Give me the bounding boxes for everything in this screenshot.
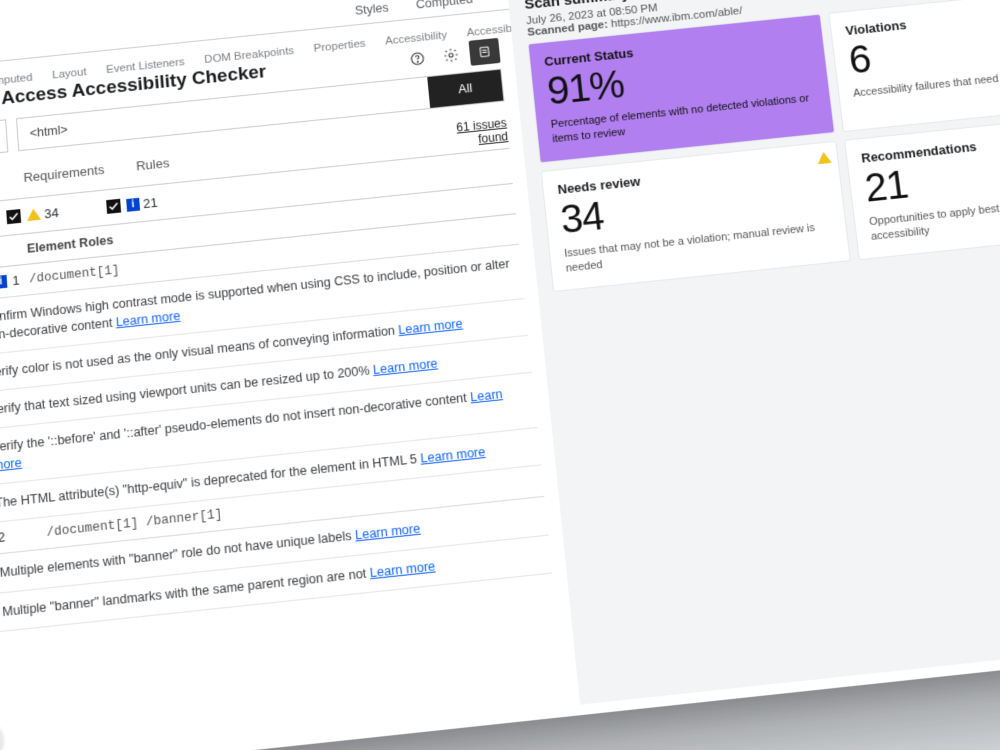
learn-more-link[interactable]: Learn more: [420, 445, 486, 466]
report-icon[interactable]: [469, 38, 501, 66]
info-icon: i: [126, 197, 140, 211]
warning-icon: [26, 208, 41, 221]
scan-split-button[interactable]: Scan: [0, 119, 8, 162]
issues-found-link[interactable]: 61 issuesfound: [455, 113, 509, 153]
learn-more-link[interactable]: Learn more: [115, 309, 180, 330]
all-filter-button[interactable]: All: [427, 70, 503, 108]
card-needs-review: Needs review 34 Issues that may not be a…: [542, 141, 850, 291]
learn-more-link[interactable]: Learn more: [355, 522, 421, 543]
info-icon: i: [0, 275, 8, 289]
scan-dropdown-toggle[interactable]: [0, 119, 8, 155]
card-violations: Violations 6 Accessibility failures that…: [829, 0, 1000, 131]
card-recommendations: i Recommendations 21 Opportunities to ap…: [845, 110, 1000, 259]
learn-more-link[interactable]: Learn more: [372, 356, 438, 377]
filter-recommendations[interactable]: i 21: [106, 195, 158, 215]
learn-more-link[interactable]: Learn more: [369, 559, 436, 580]
col-issues: Issues: [0, 242, 27, 267]
help-icon[interactable]: [401, 45, 433, 73]
devtools-tab-styles[interactable]: Styles: [340, 0, 403, 26]
filter-needs-review[interactable]: 34: [6, 205, 59, 225]
settings-icon[interactable]: [435, 41, 467, 69]
learn-more-link[interactable]: Learn more: [398, 316, 464, 337]
checker-panel: IBM Equal Access Accessibility Checker S…: [0, 38, 566, 750]
subtab-rules[interactable]: Rules: [133, 147, 173, 185]
warning-icon: [816, 151, 831, 164]
scan-summary-panel: Scan summary July 26, 2023 at 08:50 PM S…: [507, 0, 1000, 705]
card-current-status: Current Status 91% Percentage of element…: [529, 15, 834, 162]
